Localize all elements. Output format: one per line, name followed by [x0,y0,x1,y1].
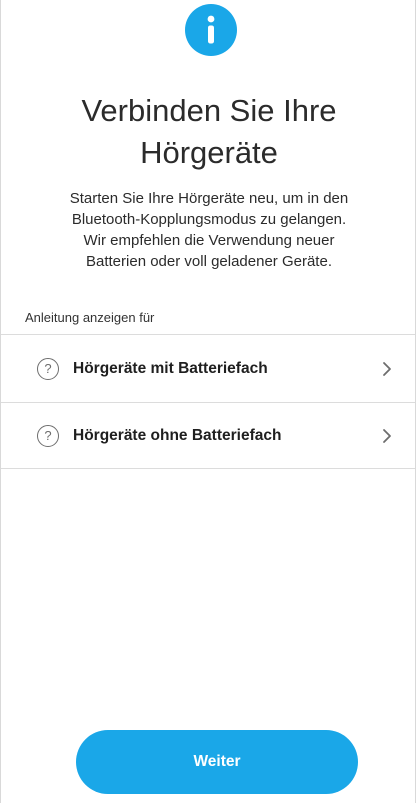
chevron-right-icon [383,428,391,443]
instruction-options-list: ? Hörgeräte mit Batteriefach ? Hörgeräte… [1,334,415,469]
option-with-battery-compartment[interactable]: ? Hörgeräte mit Batteriefach [1,335,415,403]
help-circle-icon: ? [37,424,59,447]
instructions-line-1: Starten Sie Ihre Hörgeräte neu, um in de… [69,190,349,207]
info-icon [185,4,237,56]
instructions-line-4: Batterien oder voll geladener Geräte. [86,253,332,270]
section-label: Anleitung anzeigen für [25,310,155,325]
option-label: Hörgeräte mit Batteriefach [73,359,268,377]
option-without-battery-compartment[interactable]: ? Hörgeräte ohne Batteriefach [1,403,415,469]
instructions-line-2: Bluetooth-Kopplungsmodus zu gelangen. [71,211,347,228]
help-circle-icon: ? [37,357,59,380]
chevron-right-icon [383,361,391,376]
instructions-line-3: Wir empfehlen die Verwendung neuer [83,232,335,249]
page-title-line-2: Hörgeräte [140,135,278,170]
page-title: Verbinden Sie Ihre Hörgeräte [1,90,415,174]
instructions-text: Starten Sie Ihre Hörgeräte neu, um in de… [1,188,415,272]
connect-hearing-aids-screen: Verbinden Sie Ihre Hörgeräte Starten Sie… [0,0,416,803]
page-title-line-1: Verbinden Sie Ihre [81,93,337,128]
continue-button[interactable]: Weiter [76,730,358,794]
option-label: Hörgeräte ohne Batteriefach [73,426,282,444]
